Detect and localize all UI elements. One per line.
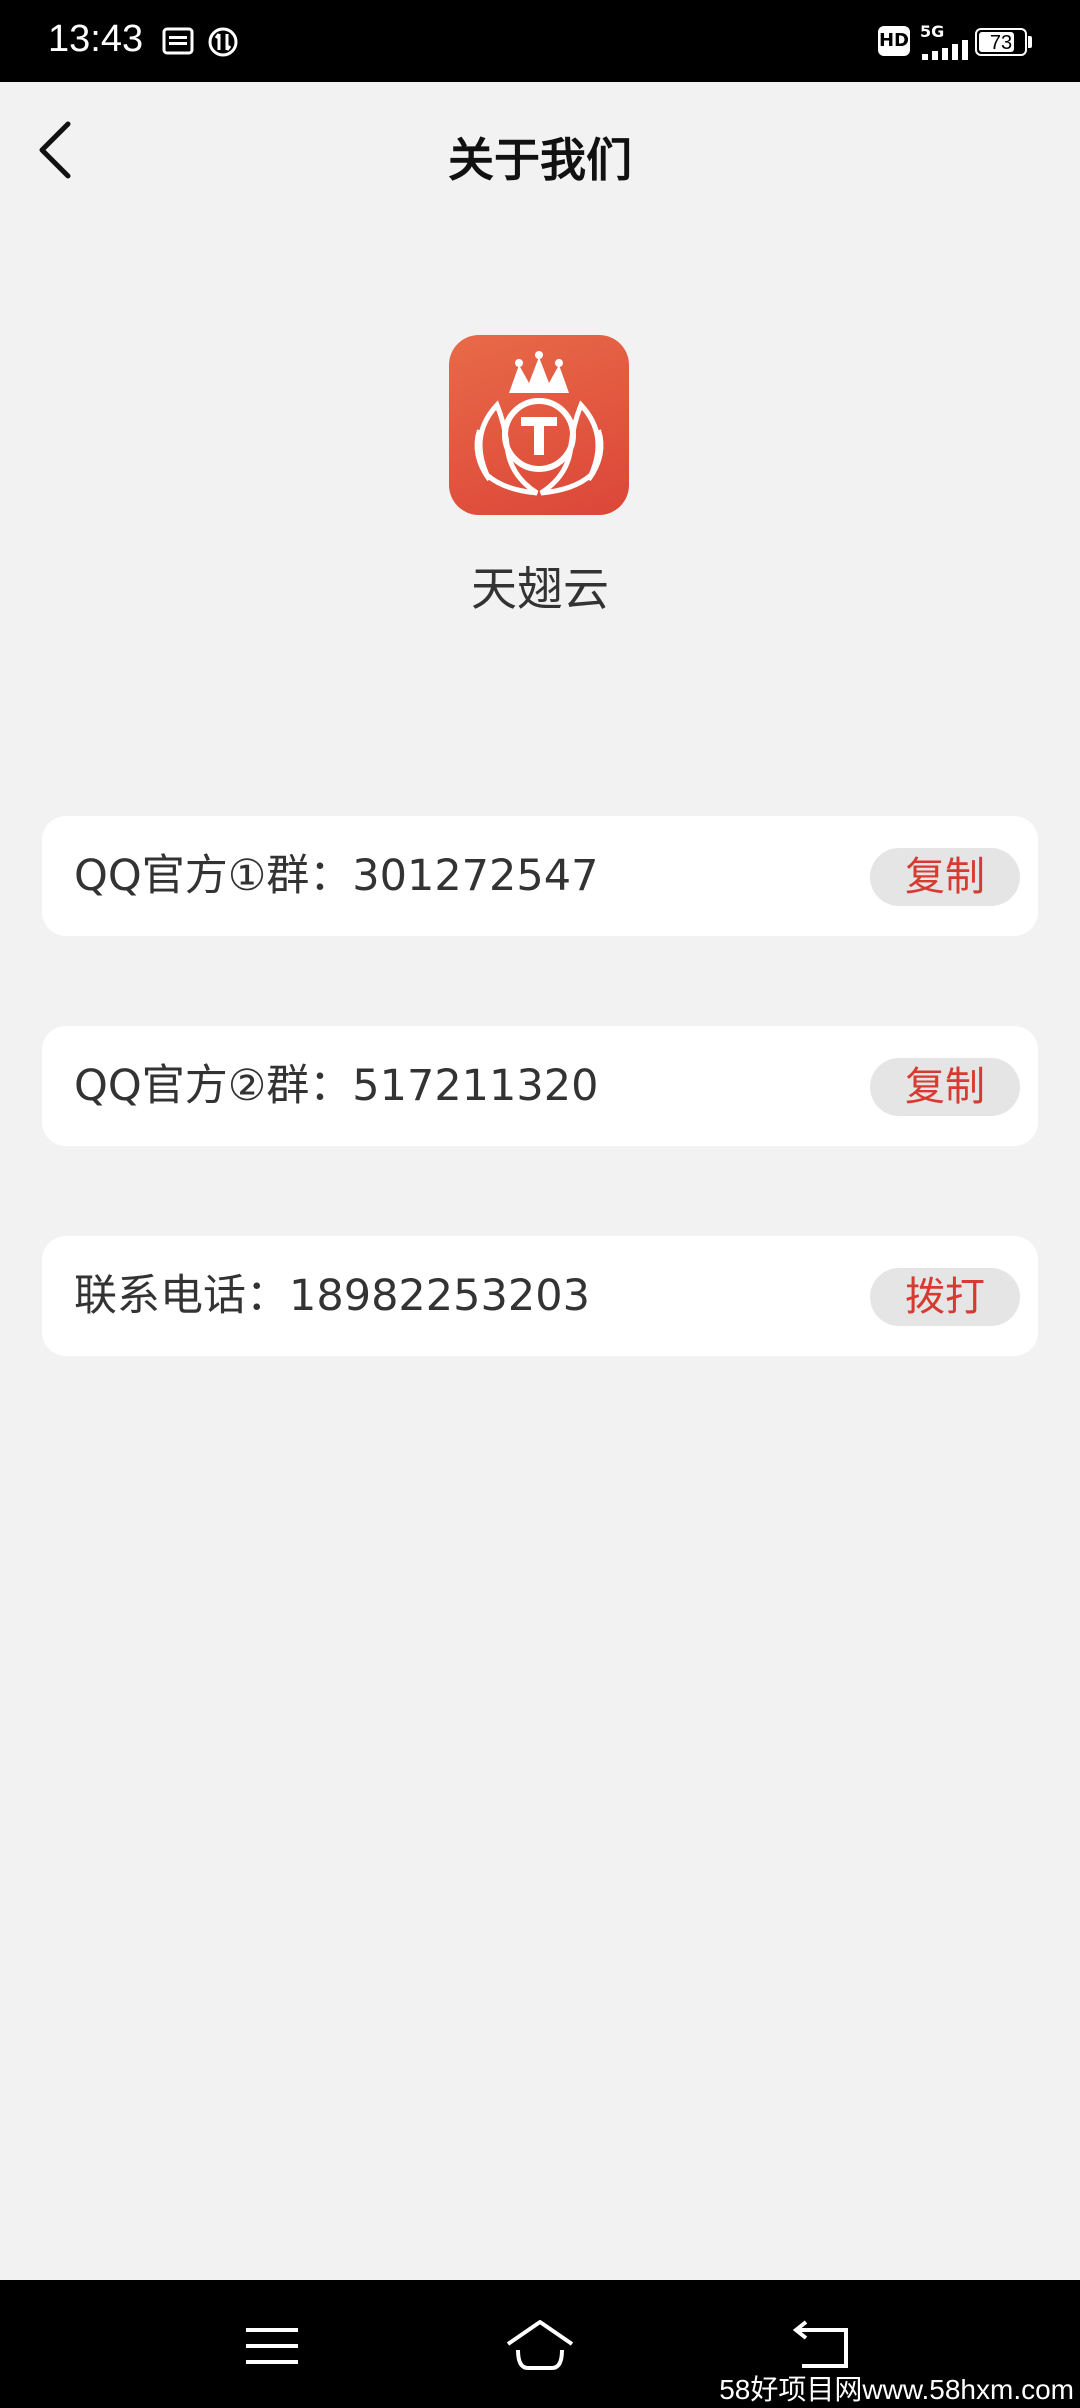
home-icon — [506, 2320, 574, 2370]
copy-button[interactable]: 复制 — [870, 1058, 1020, 1116]
app-name: 天翅云 — [471, 562, 609, 616]
contact-label: 联系电话：18982253203 — [74, 1271, 590, 1321]
signal-icon — [922, 40, 968, 60]
contact-card-qq-group-2: QQ官方②群：517211320 复制 — [42, 1026, 1038, 1146]
watermark: 58好项目网www.58hxm.com — [719, 2374, 1074, 2405]
battery-tip — [1028, 36, 1032, 48]
app-logo — [449, 335, 629, 515]
menu-button[interactable] — [232, 2316, 312, 2376]
contact-label: QQ官方①群：301272547 — [74, 851, 599, 901]
page-title: 关于我们 — [448, 133, 632, 187]
data-saver-icon — [208, 27, 238, 57]
copy-button[interactable]: 复制 — [870, 848, 1020, 906]
status-bar: 13:43 HD 5G 73 — [0, 0, 1080, 82]
home-button[interactable] — [500, 2316, 580, 2376]
page-header: 关于我们 — [0, 82, 1080, 222]
menu-icon — [246, 2328, 298, 2364]
toutiao-icon — [162, 27, 194, 55]
battery-level: 73 — [989, 32, 1013, 54]
contact-label: QQ官方②群：517211320 — [74, 1061, 599, 1111]
back-icon — [792, 2320, 848, 2368]
battery-icon: 73 — [975, 28, 1027, 56]
hd-icon: HD — [878, 26, 910, 56]
network-label: 5G — [920, 22, 945, 41]
status-time: 13:43 — [48, 18, 144, 60]
contact-card-phone: 联系电话：18982253203 拨打 — [42, 1236, 1038, 1356]
nav-back-button[interactable] — [784, 2316, 864, 2376]
crown-t-logo — [474, 351, 604, 496]
contact-card-qq-group-1: QQ官方①群：301272547 复制 — [42, 816, 1038, 936]
call-button[interactable]: 拨打 — [870, 1268, 1020, 1326]
